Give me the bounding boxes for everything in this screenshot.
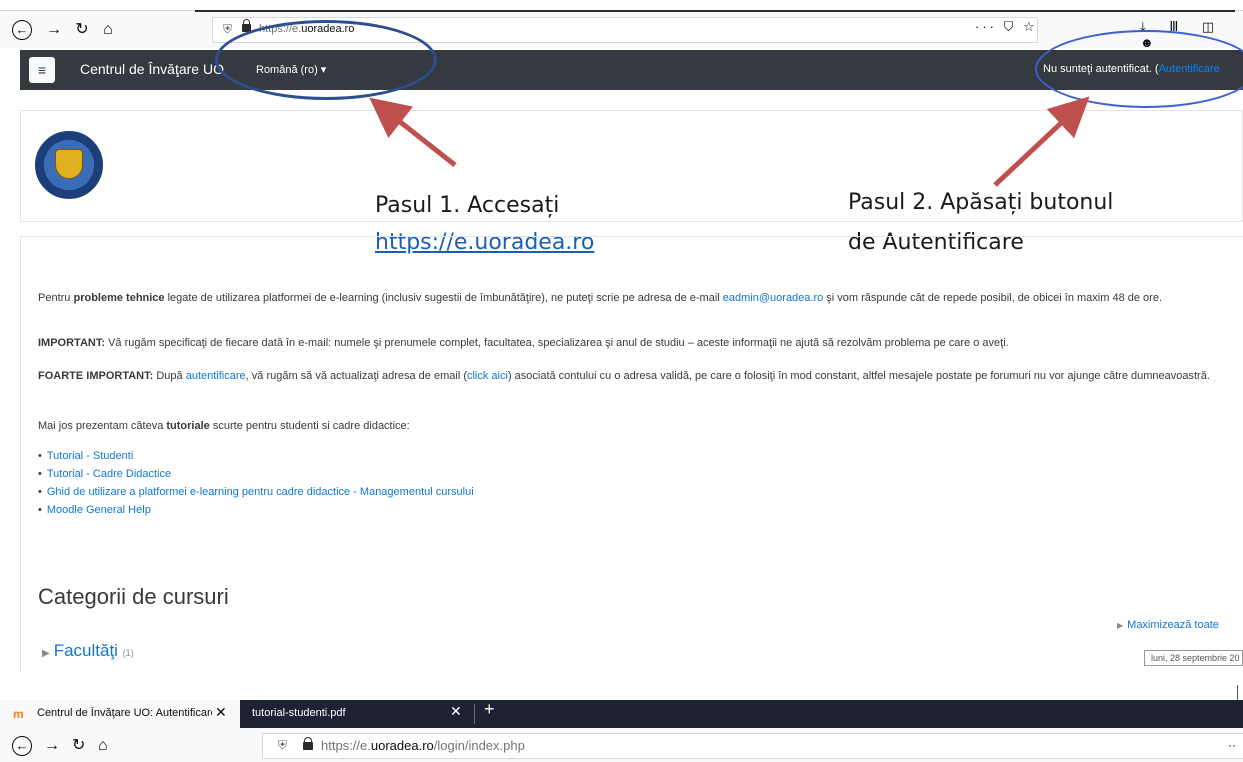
expand-all-link[interactable]: ▶ Maximizează toate [1117,619,1219,631]
triangle-right-icon: ▶ [1117,621,1124,630]
tracking-shield-icon[interactable]: ⛨ [223,22,232,37]
browser-top-divider [195,10,1235,12]
tab-divider [474,704,475,724]
important-paragraph: IMPORTANT: Vă rugăm specificaţi de fieca… [38,337,1009,349]
tutorial-list: Tutorial - Studenti Tutorial - Cadre Did… [38,447,474,519]
home-icon[interactable]: ⌂ [98,736,108,756]
lock-icon[interactable] [303,737,313,750]
divider-line [1237,685,1238,701]
moodle-help-link[interactable]: Moodle General Help [38,501,474,519]
support-email-link[interactable]: eadmin@uoradea.ro [723,292,823,304]
tutorial-link-teachers[interactable]: Tutorial - Cadre Didactice [38,465,474,483]
click-here-link[interactable]: click aici [467,370,508,382]
moodle-favicon-icon: m [13,707,24,721]
tutorials-intro: Mai jos prezentam câteva tutoriale scurt… [38,420,410,432]
annotation-ellipse-login [1035,30,1243,108]
close-tab-icon[interactable]: ✕ [215,704,227,721]
step1-label: Pasul 1. Accesați [375,193,560,218]
very-important-paragraph: FOARTE IMPORTANT: După autentificare, vă… [38,370,1210,382]
more-icon[interactable]: ·· [1228,738,1236,752]
tab-pdf-title[interactable]: tutorial-studenti.pdf [252,707,346,719]
address-bar-url[interactable]: https://e.uoradea.ro/login/index.php [321,738,525,753]
site-name[interactable]: Centrul de Învăţare UO [80,61,224,77]
tutorial-link-course-management[interactable]: Ghid de utilizare a platformei e-learnin… [38,483,474,501]
annotation-ellipse-url [215,20,437,100]
home-icon[interactable]: ⌂ [98,20,118,40]
logo-shield-emblem [55,149,83,179]
faculties-category[interactable]: ▶ Facultăţi (1) [42,641,134,661]
tutorial-link-students[interactable]: Tutorial - Studenti [38,447,474,465]
back-arrow-icon[interactable]: ← [12,736,32,756]
tracking-shield-icon[interactable]: ⛨ [278,738,287,753]
new-tab-icon[interactable]: + [484,699,495,720]
address-bar[interactable]: ⛨ https://e.uoradea.ro/login/index.php [262,733,1243,759]
back-arrow-icon[interactable]: ← [12,20,32,40]
tech-support-paragraph: Pentru probleme tehnice legate de utiliz… [38,292,1162,304]
triangle-right-icon: ▶ [42,648,50,659]
close-tab-icon[interactable]: ✕ [450,703,462,720]
forward-arrow-icon[interactable]: → [44,20,64,40]
calendar-date: luni, 28 septembrie 20 [1144,650,1243,666]
forward-arrow-icon[interactable]: → [44,736,60,756]
authentication-link[interactable]: autentificare [186,370,246,382]
hamburger-menu-icon[interactable]: ≡ [29,57,55,83]
university-logo[interactable] [35,131,103,199]
course-categories-heading: Categorii de cursuri [38,584,229,609]
tab-login-title[interactable]: Centrul de Învăţare UO: Autentificare [37,707,212,719]
page-actions-icons[interactable]: ··· ⛉ ☆ [975,19,1038,35]
reload-icon[interactable]: ↻ [72,20,92,40]
reload-icon[interactable]: ↻ [72,736,85,756]
category-count: (1) [122,648,134,658]
step2-label-line1: Pasul 2. Apăsați butonul [848,190,1114,215]
